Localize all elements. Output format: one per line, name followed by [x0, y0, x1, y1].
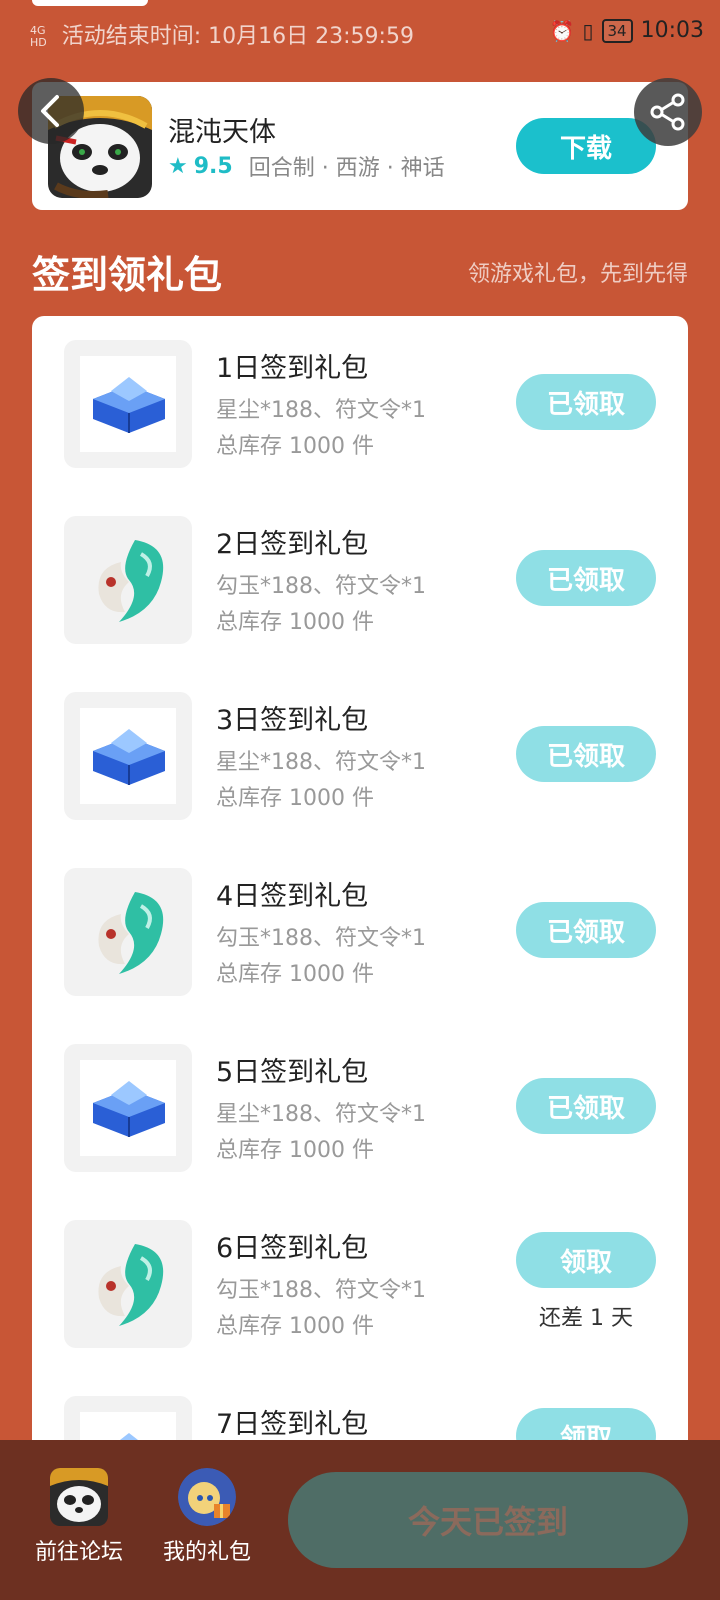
game-meta: ★ 9.5 回合制 · 西游 · 神话 [168, 150, 445, 182]
crystal-chest-icon [80, 356, 176, 452]
jade-magatama-icon [80, 532, 176, 628]
status-left: 4G HD 活动结束时间: 10月16日 23:59:59 [30, 18, 414, 50]
gift-title: 2日签到礼包 [216, 529, 369, 560]
gift-title: 4日签到礼包 [216, 881, 369, 912]
claimed-button[interactable]: 已领取 [516, 550, 656, 606]
game-rating: 9.5 [193, 153, 233, 179]
gift-contents: 勾玉*188、符文令*1 [216, 1278, 426, 1303]
gift-thumbnail [64, 516, 192, 644]
gift-thumbnail [64, 692, 192, 820]
jade-magatama-icon [80, 884, 176, 980]
gift-contents: 星尘*188、符文令*1 [216, 398, 426, 423]
back-button[interactable] [18, 78, 84, 144]
gift-row: 6日签到礼包 勾玉*188、符文令*1 总库存 1000 件 领取 还差 1 天 [32, 1196, 688, 1372]
chevron-left-icon [41, 95, 59, 127]
gift-stock: 总库存 1000 件 [216, 434, 374, 459]
gift-stock: 总库存 1000 件 [216, 786, 374, 811]
status-bar: 4G HD 活动结束时间: 10月16日 23:59:59 ⏰ ▯ 34 10:0… [0, 0, 720, 64]
forum-tab-label: 前往论坛 [34, 1540, 123, 1565]
gift-title: 5日签到礼包 [216, 1057, 369, 1088]
gift-thumbnail [64, 340, 192, 468]
claim-button[interactable]: 领取 [516, 1232, 656, 1288]
game-panda-icon [50, 1468, 108, 1526]
signal-icon: 4G HD [30, 24, 47, 49]
gift-row: 1日签到礼包 星尘*188、符文令*1 总库存 1000 件 已领取 [32, 316, 688, 492]
gift-stock: 总库存 1000 件 [216, 1314, 374, 1339]
section-title: 签到领礼包 [32, 253, 223, 297]
game-header-card[interactable]: 混沌天体 ★ 9.5 回合制 · 西游 · 神话 下载 [32, 82, 688, 210]
gift-stock: 总库存 1000 件 [216, 1138, 374, 1163]
gift-title: 6日签到礼包 [216, 1233, 369, 1264]
section-subtitle: 领游戏礼包，先到先得 [467, 262, 688, 287]
share-icon [650, 93, 685, 131]
gift-stock: 总库存 1000 件 [216, 962, 374, 987]
game-title: 混沌天体 [168, 117, 276, 148]
download-button[interactable]: 下载 [516, 118, 656, 174]
gift-row: 3日签到礼包 星尘*188、符文令*1 总库存 1000 件 已领取 [32, 668, 688, 844]
gift-title: 3日签到礼包 [216, 705, 369, 736]
vibrate-icon: ▯ [582, 18, 594, 43]
gift-row: 4日签到礼包 勾玉*188、符文令*1 总库存 1000 件 已领取 [32, 844, 688, 1020]
game-tags: 回合制 · 西游 · 神话 [248, 156, 445, 181]
jade-magatama-icon [80, 1236, 176, 1332]
gift-title: 7日签到礼包 [216, 1409, 369, 1440]
top-notch-tab [32, 0, 148, 6]
alarm-icon: ⏰ [549, 18, 575, 43]
gift-row: 2日签到礼包 勾玉*188、符文令*1 总库存 1000 件 已领取 [32, 492, 688, 668]
forum-tab[interactable]: 前往论坛 [24, 1468, 134, 1566]
crystal-chest-icon [80, 708, 176, 804]
days-remaining-label: 还差 1 天 [539, 1306, 633, 1331]
gift-contents: 星尘*188、符文令*1 [216, 750, 426, 775]
crystal-chest-icon [80, 1060, 176, 1156]
claimed-button[interactable]: 已领取 [516, 726, 656, 782]
gift-contents: 勾玉*188、符文令*1 [216, 926, 426, 951]
claimed-button[interactable]: 已领取 [516, 374, 656, 430]
my-gifts-tab[interactable]: 我的礼包 [152, 1468, 262, 1566]
gift-stock: 总库存 1000 件 [216, 610, 374, 635]
claimed-button[interactable]: 已领取 [516, 1078, 656, 1134]
gift-thumbnail [64, 868, 192, 996]
gift-signin-page: 4G HD 活动结束时间: 10月16日 23:59:59 ⏰ ▯ 34 10:0… [0, 0, 720, 1600]
status-right: ⏰ ▯ 34 10:03 [550, 18, 704, 43]
star-icon: ★ [168, 153, 188, 179]
share-button[interactable] [634, 78, 702, 146]
gift-contents: 星尘*188、符文令*1 [216, 1102, 426, 1127]
gift-title: 1日签到礼包 [216, 353, 369, 384]
gift-thumbnail [64, 1044, 192, 1172]
gift-list: 1日签到礼包 星尘*188、符文令*1 总库存 1000 件 已领取 2日签到礼… [32, 316, 688, 1600]
gift-contents: 勾玉*188、符文令*1 [216, 574, 426, 599]
gift-row: 5日签到礼包 星尘*188、符文令*1 总库存 1000 件 已领取 [32, 1020, 688, 1196]
claimed-button[interactable]: 已领取 [516, 902, 656, 958]
signed-in-today-button[interactable]: 今天已签到 [288, 1472, 688, 1568]
gift-avatar-icon [178, 1468, 236, 1526]
event-end-time: 活动结束时间: 10月16日 23:59:59 [61, 24, 414, 49]
gift-thumbnail [64, 1220, 192, 1348]
clock: 10:03 [640, 18, 704, 43]
my-gifts-tab-label: 我的礼包 [162, 1540, 251, 1565]
bottom-action-bar: 前往论坛 我的礼包 今天已签到 [0, 1440, 720, 1600]
battery-indicator: 34 [601, 18, 633, 43]
